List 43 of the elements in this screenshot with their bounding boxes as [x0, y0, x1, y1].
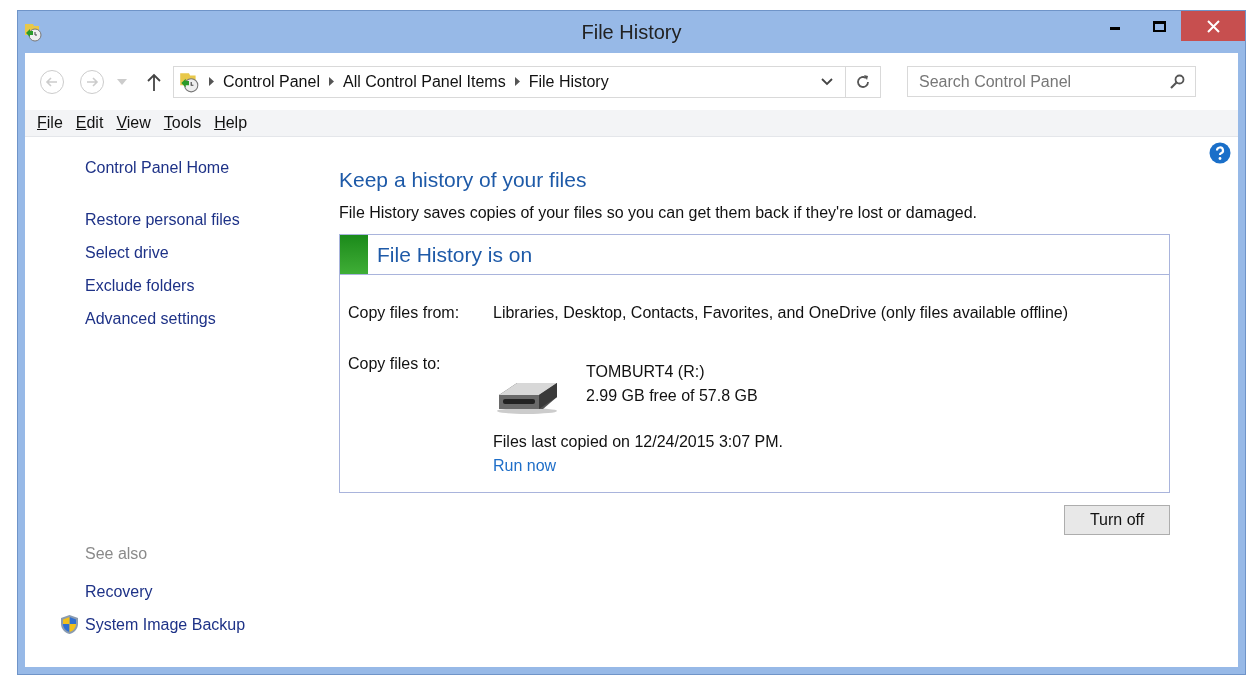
sidebar-link[interactable]: Recovery — [85, 579, 153, 604]
file-history-icon — [178, 70, 200, 93]
refresh-icon[interactable] — [854, 72, 872, 91]
help-icon[interactable] — [1209, 142, 1231, 164]
sidebar-link[interactable]: Select drive — [85, 241, 169, 274]
menu-item[interactable]: File — [33, 111, 67, 135]
last-copied-text: Files last copied on 12/24/2015 3:07 PM. — [493, 432, 783, 452]
status-title: File History is on — [377, 241, 533, 268]
breadcrumb[interactable]: All Control Panel Items — [342, 69, 506, 94]
run-now-link[interactable]: Run now — [493, 454, 557, 478]
chevron-right-icon[interactable] — [328, 77, 334, 86]
sidebar-link[interactable]: Exclude folders — [85, 274, 195, 307]
see-also-label: See also — [85, 544, 149, 564]
up-arrow-icon[interactable] — [147, 72, 161, 91]
close-button[interactable] — [1181, 11, 1245, 41]
drive-name: TOMBURT4 (R:) — [586, 362, 706, 382]
field-value: Libraries, Desktop, Contacts, Favorites, and OneDrive (only files available offline) — [493, 303, 1069, 323]
turn-off-button[interactable]: Turn off — [1064, 505, 1170, 535]
chevron-right-icon[interactable] — [209, 77, 214, 86]
breadcrumb[interactable]: File History — [528, 69, 609, 94]
breadcrumb[interactable]: Control Panel — [223, 69, 320, 94]
sidebar-link[interactable]: System Image Backup — [85, 612, 246, 637]
chevron-down-icon[interactable] — [821, 77, 833, 86]
file-history-icon — [23, 22, 43, 42]
sidebar-link[interactable]: Control Panel Home — [85, 156, 230, 189]
shield-icon — [60, 614, 79, 635]
field-label: Copy files from: — [348, 303, 461, 323]
menu-item[interactable]: Help — [210, 111, 252, 135]
field-label: Copy files to: — [348, 354, 442, 374]
chevron-right-icon[interactable] — [514, 77, 520, 86]
menu-item[interactable]: View — [112, 111, 155, 135]
menu-item[interactable]: Edit — [71, 111, 108, 135]
menu-item[interactable]: Tools — [159, 111, 206, 135]
drive-space: 2.99 GB free of 57.8 GB — [586, 386, 758, 406]
close-icon[interactable] — [1206, 19, 1220, 33]
search-field[interactable]: Search Control Panel — [907, 66, 1196, 97]
window-title: File History — [581, 21, 682, 43]
address-bar[interactable]: Control Panel All Control Panel Items File History — [173, 65, 881, 98]
sidebar-link[interactable]: Advanced settings — [85, 307, 216, 340]
page-heading: Keep a history of your files — [339, 167, 588, 193]
sidebar-link[interactable]: Restore personal files — [85, 208, 240, 241]
description-text: File History saves copies of your files so you can get them back if they're lost or damaged. — [339, 203, 978, 223]
search-icon[interactable] — [1170, 74, 1185, 89]
